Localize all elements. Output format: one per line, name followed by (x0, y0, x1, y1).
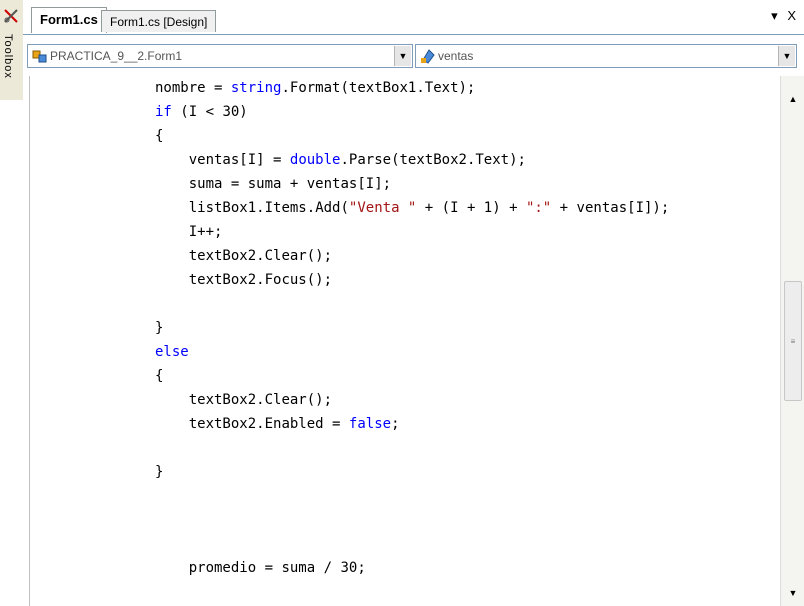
indicator-margin (29, 76, 30, 606)
tab-bar: Form1.cs Form1.cs [Design] ▾ X (23, 0, 804, 35)
code-line: suma = suma + ventas[I]; (188, 176, 392, 192)
code-line: textBox2.Focus(); (188, 272, 333, 288)
code-line: } (155, 464, 164, 480)
code-line: promedio = suma / 30; (188, 560, 366, 576)
code-line: I++; (188, 224, 223, 240)
scroll-up-icon[interactable]: ▲ (784, 92, 802, 106)
tab-form1-design[interactable]: Form1.cs [Design] (101, 10, 217, 32)
code-line: if (I < 30) (155, 104, 248, 120)
code-line: textBox2.Enabled = false; (188, 416, 400, 432)
scroll-down-icon[interactable]: ▼ (784, 586, 802, 600)
tab-form1-cs[interactable]: Form1.cs (31, 7, 107, 33)
editor-window: Form1.cs Form1.cs [Design] ▾ X PRACTICA_… (23, 0, 804, 606)
toolbox-icon (4, 9, 18, 23)
navigation-bar: PRACTICA_9__2.Form1 ▼ ventas ▼ (23, 42, 804, 72)
grip-icon: ≡ (790, 337, 796, 346)
code-line: textBox2.Clear(); (188, 248, 333, 264)
class-combo-value: PRACTICA_9__2.Form1 (50, 49, 183, 63)
code-line: listBox1.Items.Add("Venta " + (I + 1) + … (188, 200, 670, 216)
left-blank (0, 100, 23, 606)
tab-dropdown-icon[interactable]: ▾ (771, 8, 778, 23)
member-combo[interactable]: ventas ▼ (415, 44, 797, 68)
vertical-scrollbar[interactable]: ▲ ≡ ▼ (780, 76, 804, 606)
toolbox-label: Toolbox (2, 34, 14, 79)
class-icon (32, 50, 47, 63)
close-icon[interactable]: X (787, 8, 796, 23)
code-editor[interactable]: nombre = string.Format(textBox1.Text); if… (23, 76, 780, 606)
code-line: { (155, 128, 164, 144)
chevron-down-icon[interactable]: ▼ (394, 46, 411, 66)
class-combo[interactable]: PRACTICA_9__2.Form1 ▼ (27, 44, 413, 68)
field-icon (421, 49, 435, 64)
scroll-thumb[interactable]: ≡ (784, 281, 802, 401)
code-line: } (155, 320, 164, 336)
code-line: { (155, 368, 164, 384)
code-line: nombre = string.Format(textBox1.Text); (155, 80, 476, 96)
code-line: else (155, 344, 189, 360)
tab-controls: ▾ X (765, 8, 796, 24)
code-line: textBox2.Clear(); (188, 392, 333, 408)
chevron-down-icon[interactable]: ▼ (778, 46, 795, 66)
code-line: ventas[I] = double.Parse(textBox2.Text); (188, 152, 526, 168)
toolbox-strip[interactable]: Toolbox (0, 0, 24, 100)
member-combo-value: ventas (438, 49, 474, 63)
